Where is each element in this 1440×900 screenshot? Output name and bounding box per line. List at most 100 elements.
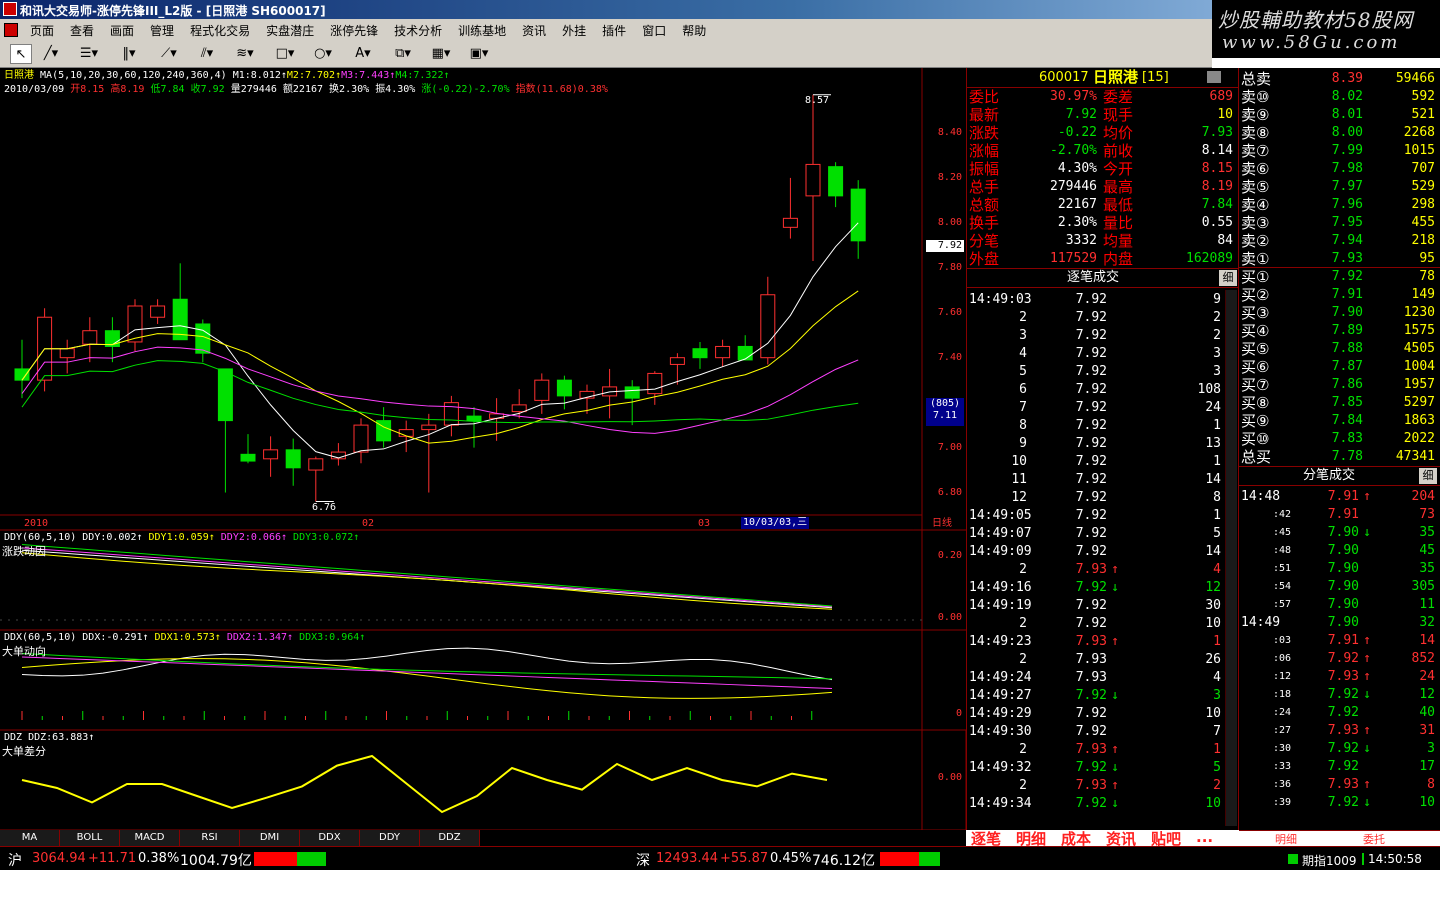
pointer-tool-icon[interactable]: ↖ — [10, 44, 32, 64]
period-label[interactable]: 日线 — [932, 518, 952, 530]
futures-label[interactable]: 期指1009 — [1302, 852, 1357, 869]
total-sell-row[interactable]: 总卖 8.39 59466 — [1239, 70, 1440, 88]
fan-tool-icon[interactable]: ⟋▾ — [158, 44, 180, 64]
ob-label: 买⑧ — [1241, 394, 1270, 412]
menu-item-8[interactable]: 训练基地 — [450, 22, 514, 39]
candle-body — [782, 217, 798, 228]
menu-item-2[interactable]: 画面 — [102, 22, 142, 39]
tab-ob-order[interactable]: 委托 — [1363, 831, 1385, 847]
tick-arrow: ↑ — [1111, 634, 1119, 649]
vline-tool-icon[interactable]: ‖▾ — [118, 44, 140, 64]
candle-body — [624, 386, 640, 399]
indicator-tab-macd[interactable]: MACD — [120, 830, 180, 846]
menu-item-4[interactable]: 程式化交易 — [182, 22, 258, 39]
x-label-2: 03 — [698, 518, 711, 529]
sell-level-row[interactable]: 卖① 7.93 95 — [1239, 250, 1440, 268]
buy-level-row[interactable]: 买⑥ 7.87 1004 — [1239, 358, 1440, 376]
indicator-tab-dmi[interactable]: DMI — [240, 830, 300, 846]
kline-chart-panel[interactable]: 日照港 MA(5,10,20,30,60,120,240,360,4) M1:8… — [0, 68, 966, 830]
ddx-value-2: DDX2:1.347 — [226, 632, 288, 643]
sell-level-row[interactable]: 卖⑧ 8.00 2268 — [1239, 124, 1440, 142]
menu-item-7[interactable]: 技术分析 — [386, 22, 450, 39]
stat-label-a: 最新 — [969, 106, 1000, 124]
ddy-title: DDY(60,5,10) — [4, 532, 77, 543]
buy-level-row[interactable]: 买⑩ 7.83 2022 — [1239, 430, 1440, 448]
quote-stat-row: 振幅 4.30% 今开 8.15 — [967, 160, 1239, 178]
sell-level-row[interactable]: 卖⑩ 8.02 592 — [1239, 88, 1440, 106]
menu-item-10[interactable]: 外挂 — [554, 22, 594, 39]
buy-level-row[interactable]: 买⑧ 7.85 5297 — [1239, 394, 1440, 412]
tick-volume: 108 — [1197, 382, 1221, 397]
sell-level-row[interactable]: 卖③ 7.95 455 — [1239, 214, 1440, 232]
copy-tool-icon[interactable]: ⧉▾ — [392, 44, 414, 64]
tick-row: 5 7.92 3 — [967, 363, 1225, 381]
tick-price: 7.92 — [1075, 328, 1107, 343]
sell-level-row[interactable]: 卖⑤ 7.97 529 — [1239, 178, 1440, 196]
ob-price: 7.88 — [1331, 341, 1363, 356]
menu-item-9[interactable]: 资讯 — [514, 22, 554, 39]
tick-row: 14:49:09 7.92 14 — [967, 543, 1225, 561]
ob-label: 卖⑨ — [1241, 106, 1270, 124]
tab-ob-detail[interactable]: 明细 — [1275, 831, 1297, 847]
menu-app-icon[interactable] — [0, 23, 22, 38]
buy-level-row[interactable]: 买⑨ 7.84 1863 — [1239, 412, 1440, 430]
indicator-tab-ddx[interactable]: DDX — [300, 830, 360, 846]
tick-time: 14:49:32 — [969, 760, 1032, 775]
ob-label: 买③ — [1241, 304, 1270, 322]
indicator-tab-boll[interactable]: BOLL — [60, 830, 120, 846]
menu-item-12[interactable]: 窗口 — [634, 22, 674, 39]
stat-value-b: 8.15 — [1201, 161, 1233, 176]
buy-level-row[interactable]: 买⑤ 7.88 4505 — [1239, 340, 1440, 358]
ddz-header: DDZ DDZ:63.883↑ — [4, 732, 95, 743]
trade-price: 7.90 — [1327, 615, 1359, 630]
buy-level-row[interactable]: 买⑦ 7.86 1957 — [1239, 376, 1440, 394]
menu-item-6[interactable]: 涨停先锋 — [322, 22, 386, 39]
ob-price: 7.78 — [1331, 449, 1363, 464]
indicator-tab-ma[interactable]: MA — [0, 830, 60, 846]
menu-item-13[interactable]: 帮助 — [674, 22, 714, 39]
indicator-tab-ddz[interactable]: DDZ — [420, 830, 480, 846]
hline-tool-icon[interactable]: ☰▾ — [78, 44, 100, 64]
buy-level-row[interactable]: 买③ 7.90 1230 — [1239, 304, 1440, 322]
trades-detail-button[interactable]: 细 — [1419, 468, 1437, 484]
indicator-tab-ddy[interactable]: DDY — [360, 830, 420, 846]
candle-body — [14, 368, 30, 381]
parallel-tool-icon[interactable]: ≋▾ — [234, 44, 256, 64]
menu-item-5[interactable]: 实盘潜庄 — [258, 22, 322, 39]
save-tool-icon[interactable]: ▣▾ — [468, 44, 490, 64]
total-buy-row[interactable]: 总买 7.78 47341 — [1239, 448, 1440, 466]
menu-item-1[interactable]: 查看 — [62, 22, 102, 39]
info-item-2: 低7.84 — [150, 84, 185, 95]
quote-tab-5[interactable]: ... — [1196, 828, 1213, 846]
rectangle-tool-icon[interactable]: □▾ — [274, 44, 296, 64]
candle-body — [534, 379, 550, 401]
sell-level-row[interactable]: 卖② 7.94 218 — [1239, 232, 1440, 250]
channel-tool-icon[interactable]: ⫽▾ — [196, 44, 218, 64]
buy-level-row[interactable]: 买② 7.91 149 — [1239, 286, 1440, 304]
tick-volume: 30 — [1205, 598, 1221, 613]
quote-stat-row: 最新 7.92 现手 10 — [967, 106, 1239, 124]
ellipse-tool-icon[interactable]: ○▾ — [312, 44, 334, 64]
color-tool-icon[interactable]: ▦▾ — [430, 44, 452, 64]
ob-price: 7.99 — [1331, 143, 1363, 158]
ticks-detail-button[interactable]: 细 — [1219, 270, 1237, 286]
indicator-tab-rsi[interactable]: RSI — [180, 830, 240, 846]
sell-level-row[interactable]: 卖⑥ 7.98 707 — [1239, 160, 1440, 178]
buy-level-row[interactable]: 买① 7.92 78 — [1239, 268, 1440, 286]
sell-level-row[interactable]: 卖⑨ 8.01 521 — [1239, 106, 1440, 124]
text-tool-icon[interactable]: A▾ — [352, 44, 374, 64]
sell-level-row[interactable]: 卖⑦ 7.99 1015 — [1239, 142, 1440, 160]
trade-row: :51 7.90 35 — [1239, 560, 1440, 578]
menu-item-3[interactable]: 管理 — [142, 22, 182, 39]
line-tool-icon[interactable]: ╱▾ — [40, 44, 62, 64]
candle-body — [82, 330, 98, 345]
app-icon — [3, 2, 17, 16]
tick-time: 4 — [1019, 346, 1027, 361]
trade-time: :57 — [1272, 599, 1291, 610]
sell-level-row[interactable]: 卖④ 7.96 298 — [1239, 196, 1440, 214]
quote-menu-icon[interactable] — [1207, 71, 1221, 83]
ticks-scrollbar[interactable] — [1225, 290, 1237, 826]
buy-level-row[interactable]: 买④ 7.89 1575 — [1239, 322, 1440, 340]
menu-item-11[interactable]: 插件 — [594, 22, 634, 39]
menu-item-0[interactable]: 页面 — [22, 22, 62, 39]
